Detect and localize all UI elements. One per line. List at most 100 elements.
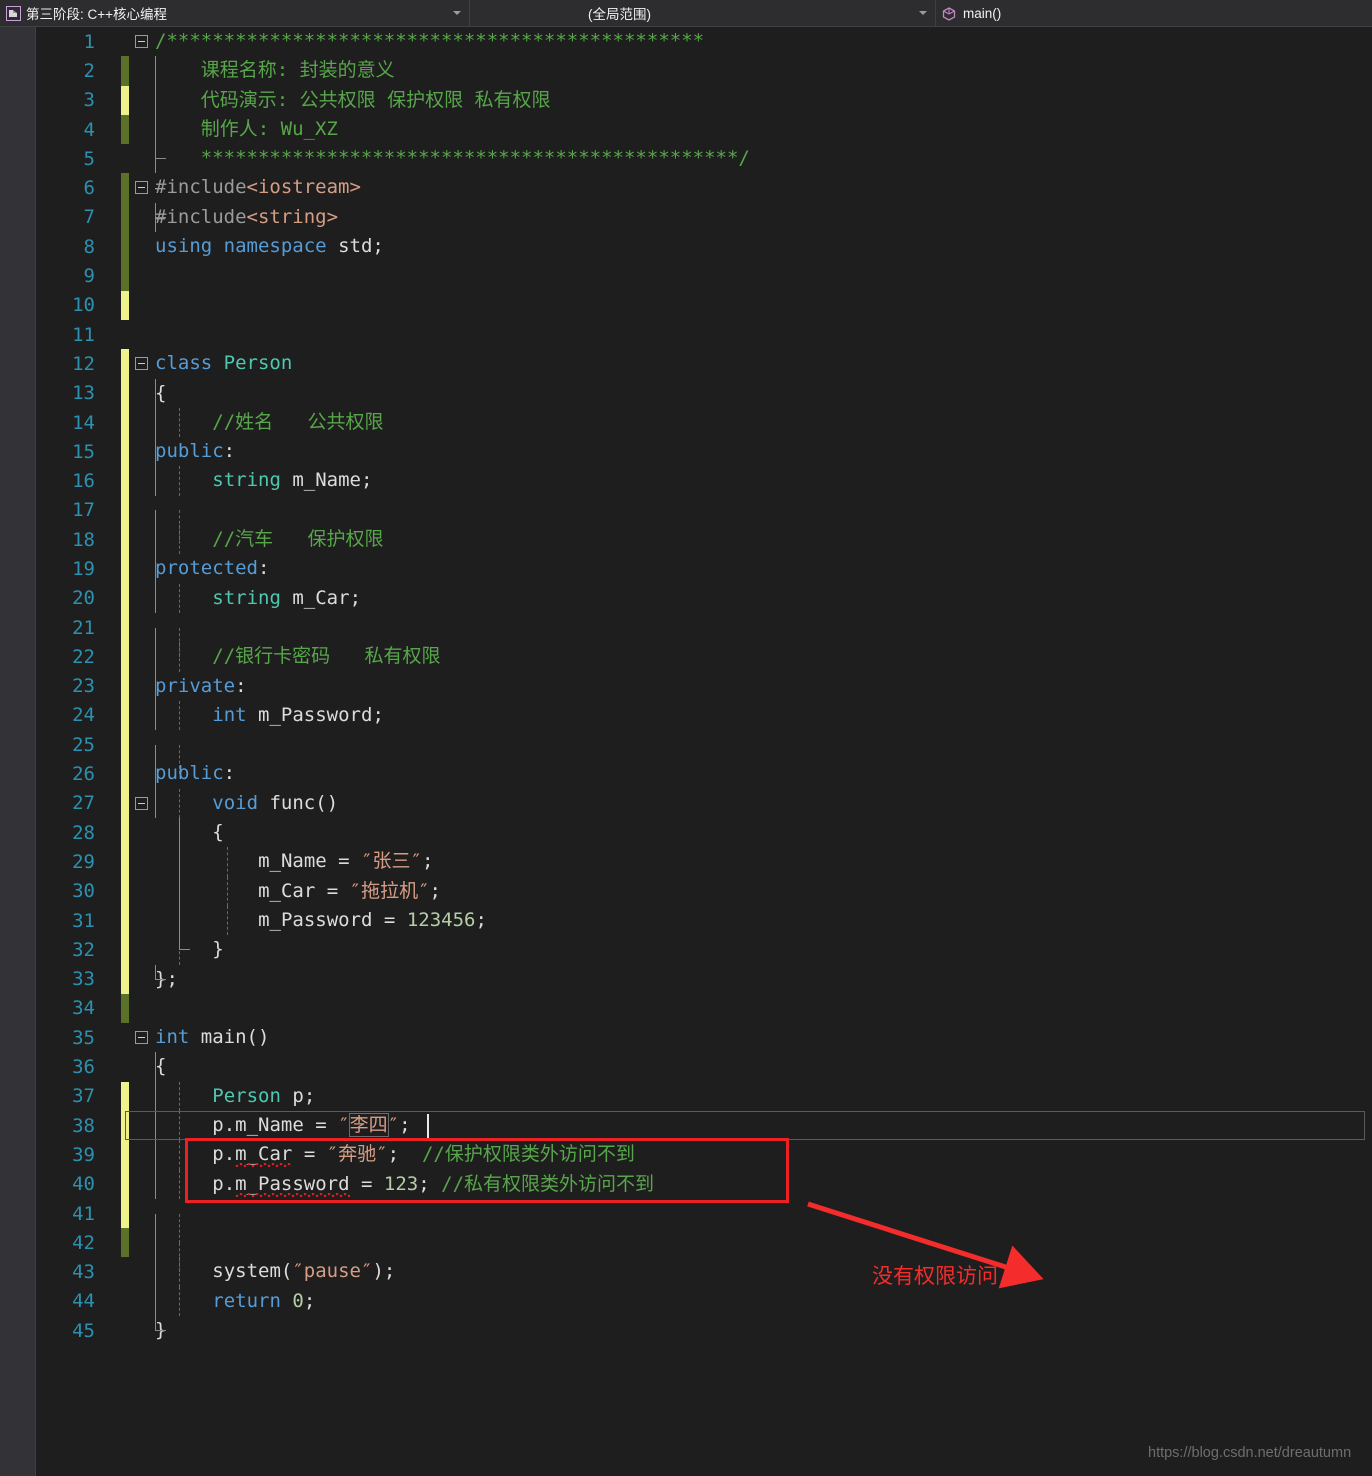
glyph-margin[interactable]: [133, 56, 155, 85]
code-line[interactable]: 44 return 0;: [37, 1286, 1372, 1317]
glyph-margin[interactable]: [133, 584, 155, 613]
indicator-margin[interactable]: [0, 27, 36, 1476]
code-line[interactable]: 40 p.m_Password = 123; //私有权限类外访问不到: [37, 1169, 1372, 1199]
code-line[interactable]: 27 void func(): [37, 788, 1372, 819]
code-line[interactable]: 37 Person p;: [37, 1081, 1372, 1111]
code-line[interactable]: 33};: [37, 964, 1372, 994]
code-line[interactable]: 45}: [37, 1316, 1372, 1345]
code-line[interactable]: 43 system(″pause″);: [37, 1257, 1372, 1287]
code-line[interactable]: 42: [37, 1228, 1372, 1273]
glyph-margin[interactable]: [133, 818, 155, 847]
glyph-margin[interactable]: [133, 613, 155, 642]
code-line[interactable]: 36 {: [37, 1052, 1372, 1082]
glyph-margin[interactable]: [133, 1170, 155, 1199]
code-line[interactable]: 24 int m_Password;: [37, 700, 1372, 731]
code-line[interactable]: 18 //汽车 保护权限: [37, 525, 1372, 555]
glyph-margin[interactable]: [133, 320, 155, 349]
glyph-margin[interactable]: [133, 115, 155, 144]
global-scope-dropdown[interactable]: (全局范围): [470, 0, 936, 26]
code-line[interactable]: 9: [37, 261, 1372, 291]
code-line[interactable]: 14 //姓名 公共权限: [37, 407, 1372, 438]
glyph-margin[interactable]: [133, 173, 155, 202]
glyph-margin[interactable]: [133, 847, 155, 876]
code-line[interactable]: 19 protected:: [37, 554, 1372, 584]
code-line[interactable]: 21: [37, 612, 1372, 657]
glyph-margin[interactable]: [133, 554, 155, 583]
glyph-margin[interactable]: [133, 27, 155, 56]
code-line[interactable]: 31 m_Password = 123456;: [37, 905, 1372, 936]
glyph-margin[interactable]: [133, 906, 155, 935]
chevron-down-icon[interactable]: [919, 11, 927, 15]
collapse-minus-icon[interactable]: [135, 1031, 148, 1045]
code-line[interactable]: 7 #include<string>: [37, 202, 1372, 233]
glyph-margin[interactable]: [133, 935, 155, 964]
glyph-margin[interactable]: [133, 349, 155, 378]
code-line[interactable]: 5 **************************************…: [37, 144, 1372, 174]
glyph-margin[interactable]: [133, 672, 155, 701]
collapse-minus-icon[interactable]: [135, 796, 148, 810]
glyph-margin[interactable]: [133, 701, 155, 730]
code-text-area[interactable]: 1 /**************************************…: [37, 27, 1372, 1476]
code-line[interactable]: 26 public:: [37, 759, 1372, 789]
code-line[interactable]: 3 代码演示: 公共权限 保护权限 私有权限: [37, 85, 1372, 115]
code-line[interactable]: 23 private:: [37, 671, 1372, 701]
glyph-margin[interactable]: [133, 379, 155, 408]
glyph-margin[interactable]: [133, 1052, 155, 1081]
code-line[interactable]: 38 p.m_Name = ″李四″;: [37, 1110, 1372, 1141]
glyph-margin[interactable]: [133, 789, 155, 818]
glyph-margin[interactable]: [133, 1023, 155, 1052]
code-line[interactable]: 10: [37, 290, 1372, 320]
code-line[interactable]: 2 课程名称: 封装的意义: [37, 56, 1372, 86]
glyph-margin[interactable]: [133, 994, 155, 1023]
collapse-minus-icon[interactable]: [135, 35, 148, 48]
member-dropdown[interactable]: main(): [936, 0, 1372, 26]
code-line[interactable]: 41: [37, 1198, 1372, 1243]
code-line[interactable]: 34: [37, 993, 1372, 1024]
glyph-margin[interactable]: [133, 759, 155, 788]
glyph-margin[interactable]: [133, 1287, 155, 1316]
code-line[interactable]: 17: [37, 495, 1372, 540]
code-line[interactable]: 15 public:: [37, 437, 1372, 467]
glyph-margin[interactable]: [133, 642, 155, 671]
code-line[interactable]: 11: [37, 320, 1372, 349]
glyph-margin[interactable]: [133, 1140, 155, 1169]
glyph-margin[interactable]: [133, 965, 155, 994]
code-line[interactable]: 29 m_Name = ″张三″;: [37, 847, 1372, 877]
code-line[interactable]: 16 string m_Name;: [37, 466, 1372, 496]
code-line[interactable]: 30 m_Car = ″拖拉机″;: [37, 876, 1372, 906]
glyph-margin[interactable]: [133, 1199, 155, 1228]
glyph-margin[interactable]: [133, 496, 155, 525]
collapse-minus-icon[interactable]: [135, 357, 148, 371]
code-line[interactable]: 39 p.m_Car = ″奔驰″; //保护权限类外访问不到: [37, 1140, 1372, 1170]
glyph-margin[interactable]: [133, 1082, 155, 1111]
chevron-down-icon[interactable]: [453, 11, 461, 15]
code-line[interactable]: 4 制作人: Wu_XZ: [37, 114, 1372, 145]
glyph-margin[interactable]: [133, 408, 155, 437]
code-line[interactable]: 32 }: [37, 935, 1372, 965]
code-line[interactable]: 28 {: [37, 818, 1372, 848]
code-line[interactable]: 22 //银行卡密码 私有权限: [37, 642, 1372, 672]
collapse-minus-icon[interactable]: [135, 181, 148, 195]
glyph-margin[interactable]: [133, 232, 155, 261]
glyph-margin[interactable]: [133, 877, 155, 906]
code-line[interactable]: 6 #include<iostream>: [37, 173, 1372, 203]
code-line[interactable]: 8 using namespace std;: [37, 232, 1372, 262]
glyph-margin[interactable]: [133, 437, 155, 466]
glyph-margin[interactable]: [133, 86, 155, 115]
glyph-margin[interactable]: [133, 1257, 155, 1286]
glyph-margin[interactable]: [133, 203, 155, 232]
code-line[interactable]: 20 string m_Car;: [37, 583, 1372, 613]
glyph-margin[interactable]: [133, 1228, 155, 1257]
code-editor[interactable]: 1 /**************************************…: [0, 27, 1372, 1476]
glyph-margin[interactable]: [133, 1316, 155, 1345]
glyph-margin[interactable]: [133, 525, 155, 554]
code-line[interactable]: 1 /**************************************…: [37, 27, 1372, 56]
glyph-margin[interactable]: [133, 730, 155, 759]
glyph-margin[interactable]: [133, 144, 155, 173]
glyph-margin[interactable]: [133, 1111, 155, 1140]
code-line[interactable]: 13 {: [37, 378, 1372, 408]
code-line[interactable]: 12 class Person: [37, 349, 1372, 379]
glyph-margin[interactable]: [133, 466, 155, 495]
glyph-margin[interactable]: [133, 261, 155, 290]
code-line[interactable]: 25: [37, 730, 1372, 775]
